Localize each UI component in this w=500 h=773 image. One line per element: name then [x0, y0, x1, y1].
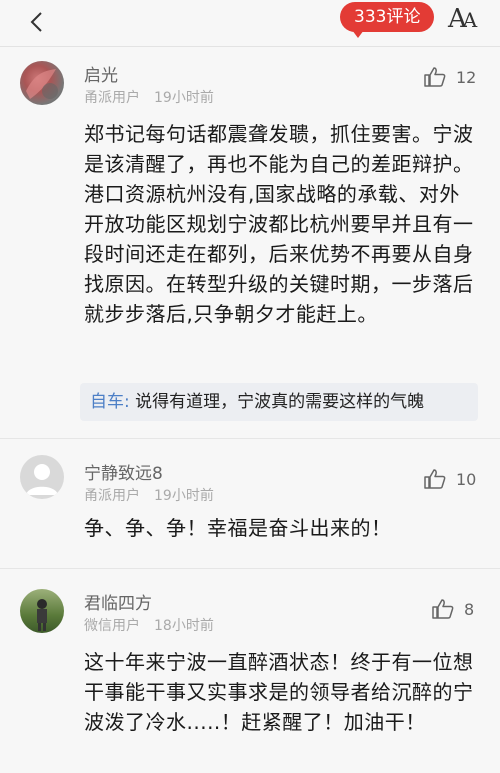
comment-body: 争、争、争！幸福是奋斗出来的！	[84, 516, 392, 540]
reply-text: 说得有道理，宁波真的需要这样的气魄	[135, 392, 425, 412]
comment-item: 君临四方 微信用户 18小时前 8 这十年来宁波一直醉酒状态！终于有一位想干事能干…	[0, 569, 500, 773]
avatar[interactable]	[20, 61, 64, 105]
comment-time: 18小时前	[154, 618, 214, 634]
comment-time: 19小时前	[154, 90, 214, 106]
font-size-icon-small: A	[462, 8, 478, 32]
like-button[interactable]: 12	[424, 67, 476, 87]
like-count: 12	[456, 67, 477, 87]
comment-meta: 甬派用户 19小时前	[84, 87, 214, 107]
comment-body: 这十年来宁波一直醉酒状态！终于有一位想干事能干事又实事求是的领导者给沉醉的宁波泼…	[84, 650, 474, 734]
comment-item: 启光 甬派用户 19小时前 12 郑书记每句话都震聋发聩，抓住要害。宁波是该清醒了…	[0, 47, 500, 438]
reply-author[interactable]: 自车:	[90, 392, 130, 412]
thumbs-up-icon	[424, 67, 446, 87]
chevron-left-icon	[30, 12, 42, 32]
like-button[interactable]: 8	[432, 599, 474, 619]
comments-page: 333评论 AA 启光 甬派用户 19小时前 12 郑书记每句话都震聋发聩，抓住要…	[0, 0, 500, 773]
comment-source: 甬派用户	[84, 488, 140, 504]
thumbs-up-icon	[424, 469, 446, 489]
comment-body: 郑书记每句话都震聋发聩，抓住要害。宁波是该清醒了，再也不能为自己的差距辩护。港口…	[84, 122, 474, 326]
avatar-image	[37, 599, 47, 631]
like-button[interactable]: 10	[424, 469, 476, 489]
top-bar: 333评论 AA	[0, 0, 500, 47]
avatar[interactable]	[20, 455, 64, 499]
comment-meta: 微信用户 18小时前	[84, 615, 214, 635]
thumbs-up-icon	[432, 599, 454, 619]
reply-preview[interactable]: 自车: 说得有道理，宁波真的需要这样的气魄	[80, 383, 478, 421]
comment-username[interactable]: 宁静致远8	[84, 459, 163, 484]
default-avatar-icon	[26, 464, 58, 495]
avatar-image	[26, 69, 58, 99]
back-button[interactable]	[20, 6, 52, 38]
comment-username[interactable]: 君临四方	[84, 589, 152, 614]
avatar[interactable]	[20, 589, 64, 633]
like-count: 10	[456, 469, 477, 489]
comment-item: 宁静致远8 甬派用户 19小时前 10 争、争、争！幸福是奋斗出来的！	[0, 439, 500, 568]
comment-time: 19小时前	[154, 488, 214, 504]
comment-source: 甬派用户	[84, 90, 140, 106]
comment-username[interactable]: 启光	[84, 61, 118, 86]
font-size-button[interactable]: AA	[448, 4, 477, 34]
comment-count-button[interactable]: 333评论	[340, 2, 435, 38]
like-count: 8	[464, 599, 475, 619]
comment-count-label: 333评论	[354, 7, 421, 27]
comment-source: 微信用户	[84, 618, 140, 634]
comment-meta: 甬派用户 19小时前	[84, 485, 214, 505]
